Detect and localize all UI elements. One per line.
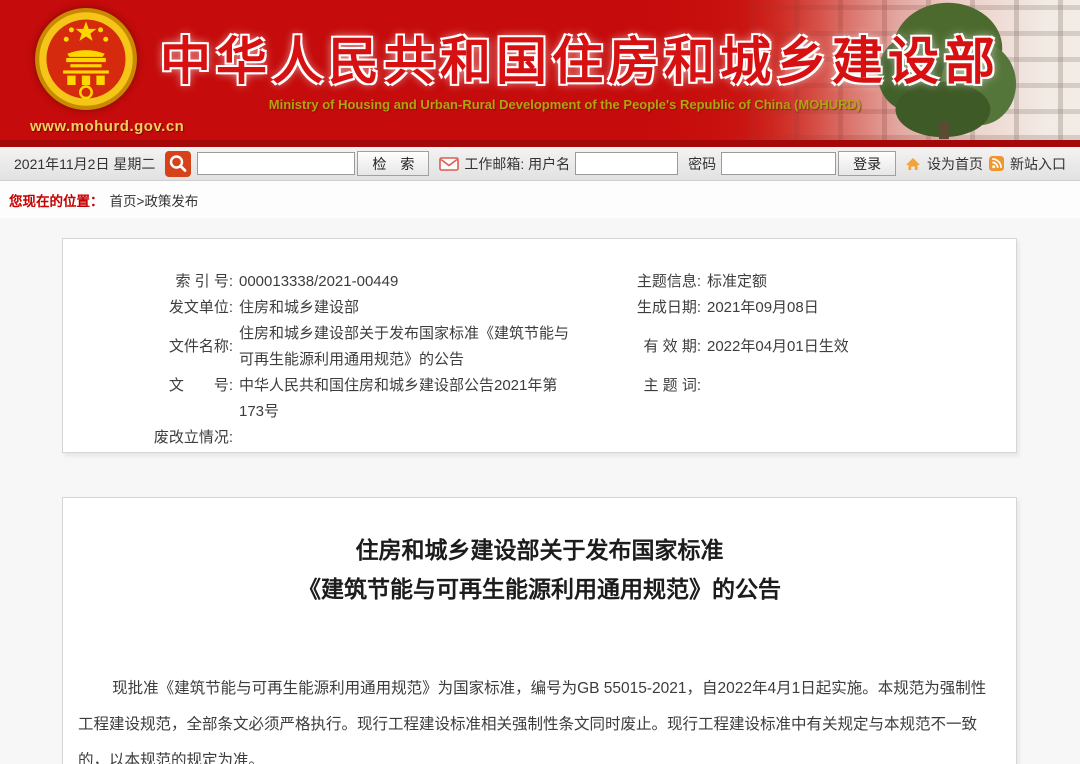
info-row-repeal-status: 废改立情况: [83, 425, 1016, 451]
breadcrumb-label: 您现在的位置： [9, 190, 104, 210]
banner-bottom-strip [0, 140, 1080, 147]
document-number-label: 文 号: [83, 373, 233, 425]
toolbar-links: 设为首页 新站入口 [905, 154, 1066, 174]
home-icon [905, 157, 921, 171]
issuing-unit-label: 发文单位: [83, 295, 233, 321]
search-input[interactable] [197, 152, 355, 175]
national-emblem-icon [34, 7, 138, 111]
site-url: www.mohurd.gov.cn [30, 118, 142, 135]
repeal-status-label: 废改立情况: [83, 425, 233, 451]
keywords-value [701, 373, 707, 399]
toolbar: 2021年11月2日 星期二 检 索 工作邮箱: 用户名 密码 登录 设为首页 [0, 147, 1080, 181]
site-banner: www.mohurd.gov.cn 中华人民共和国住房和城乡建设部 Minist… [0, 0, 1080, 147]
info-row-issuer: 发文单位: 住房和城乡建设部 生成日期: 2021年09月08日 [83, 295, 1016, 321]
announcement-paragraph: 现批准《建筑节能与可再生能源利用通用规范》为国家标准，编号为GB 55015-2… [63, 671, 1016, 764]
new-site-entrance-link[interactable]: 新站入口 [1010, 154, 1066, 174]
info-row-docname: 文件名称: 住房和城乡建设部关于发布国家标准《建筑节能与可再生能源利用通用规范》… [83, 321, 1016, 373]
breadcrumb-path[interactable]: 首页>政策发布 [110, 190, 199, 210]
valid-period-label: 有 效 期: [623, 334, 701, 360]
index-number-value: 000013338/2021-00449 [233, 269, 398, 295]
index-number-label: 索 引 号: [83, 269, 233, 295]
announcement-title-line1: 住房和城乡建设部关于发布国家标准 [63, 531, 1016, 570]
document-name-value: 住房和城乡建设部关于发布国家标准《建筑节能与可再生能源利用通用规范》的公告 [233, 321, 578, 373]
issuing-unit-value: 住房和城乡建设部 [233, 295, 359, 321]
content-area: 索 引 号: 000013338/2021-00449 主题信息: 标准定额 发… [0, 218, 1080, 764]
mail-icon [439, 156, 459, 172]
document-name-label: 文件名称: [83, 334, 233, 360]
generate-date-value: 2021年09月08日 [701, 295, 819, 321]
document-info-panel: 索 引 号: 000013338/2021-00449 主题信息: 标准定额 发… [62, 238, 1017, 453]
valid-period-value: 2022年04月01日生效 [701, 334, 849, 360]
site-subtitle-english: Ministry of Housing and Urban-Rural Deve… [160, 97, 970, 112]
site-title: 中华人民共和国住房和城乡建设部 [160, 20, 970, 94]
current-date: 2021年11月2日 星期二 [14, 154, 155, 174]
info-row-index: 索 引 号: 000013338/2021-00449 主题信息: 标准定额 [83, 269, 1016, 295]
announcement-panel: 住房和城乡建设部关于发布国家标准 《建筑节能与可再生能源利用通用规范》的公告 现… [62, 497, 1017, 764]
password-input[interactable] [721, 152, 836, 175]
password-label: 密码 [688, 154, 716, 174]
login-button[interactable]: 登录 [838, 151, 896, 176]
info-row-docnumber: 文 号: 中华人民共和国住房和城乡建设部公告2021年第173号 主 题 词: [83, 373, 1016, 425]
document-number-value: 中华人民共和国住房和城乡建设部公告2021年第173号 [233, 373, 578, 425]
page: www.mohurd.gov.cn 中华人民共和国住房和城乡建设部 Minist… [0, 0, 1080, 764]
search-icon[interactable] [165, 151, 191, 177]
repeal-status-value [233, 425, 239, 451]
announcement-title-line2: 《建筑节能与可再生能源利用通用规范》的公告 [63, 570, 1016, 609]
work-mail-username-label: 工作邮箱: 用户名 [464, 154, 570, 174]
set-homepage-link[interactable]: 设为首页 [927, 154, 983, 174]
keywords-label: 主 题 词: [623, 373, 701, 399]
search-button[interactable]: 检 索 [357, 151, 429, 176]
username-input[interactable] [575, 152, 678, 175]
rss-icon [989, 156, 1004, 171]
subject-info-value: 标准定额 [701, 269, 767, 295]
subject-info-label: 主题信息: [623, 269, 701, 295]
emblem-block: www.mohurd.gov.cn [30, 7, 142, 135]
announcement-title: 住房和城乡建设部关于发布国家标准 《建筑节能与可再生能源利用通用规范》的公告 [63, 531, 1016, 609]
breadcrumb: 您现在的位置： 首页>政策发布 [0, 181, 1080, 218]
generate-date-label: 生成日期: [623, 295, 701, 321]
